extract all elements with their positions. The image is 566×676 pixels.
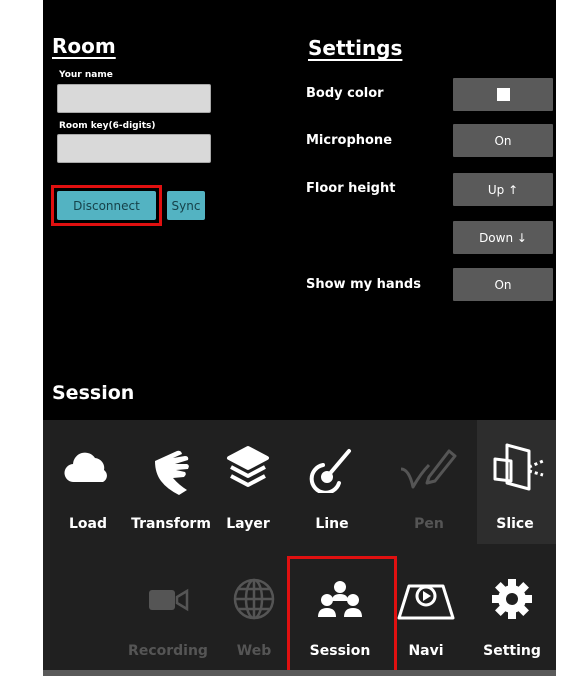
tool-label: Recording: [128, 643, 208, 659]
show-hands-label: Show my hands: [306, 277, 421, 292]
disconnect-button[interactable]: Disconnect: [57, 191, 156, 220]
tool-pen[interactable]: Pen: [384, 420, 474, 544]
settings-title: Settings: [308, 36, 403, 60]
globe-icon: [229, 574, 279, 624]
sync-button[interactable]: Sync: [167, 191, 205, 220]
tool-slice[interactable]: Slice: [470, 420, 560, 544]
tool-label: Setting: [483, 643, 541, 659]
gear-icon: [487, 574, 537, 624]
session-panel: Room Your name Room key(6-digits) Discon…: [43, 0, 556, 676]
tool-web[interactable]: Web: [209, 550, 299, 674]
tool-load[interactable]: Load: [43, 420, 133, 544]
tool-label: Slice: [496, 516, 534, 532]
panel-bottom-bar: [43, 670, 556, 676]
tool-label: Navi: [408, 643, 444, 659]
tool-label: Line: [315, 516, 349, 532]
tool-navi[interactable]: Navi: [381, 550, 471, 674]
room-key-label: Room key(6-digits): [59, 121, 156, 131]
line-icon: [307, 442, 357, 494]
tool-label: Web: [236, 643, 272, 659]
floor-height-label: Floor height: [306, 181, 396, 196]
slice-icon: [484, 438, 548, 498]
body-color-label: Body color: [306, 86, 384, 101]
tool-label: Load: [68, 516, 107, 532]
your-name-field[interactable]: [57, 84, 211, 113]
tool-label: Layer: [226, 516, 270, 532]
video-camera-icon: [145, 580, 191, 620]
pen-icon: [398, 442, 462, 494]
tool-line[interactable]: Line: [287, 420, 377, 544]
show-hands-toggle[interactable]: On: [453, 268, 553, 301]
your-name-label: Your name: [59, 70, 113, 80]
room-title: Room: [52, 34, 116, 58]
floor-down-button[interactable]: Down ↓: [453, 221, 553, 254]
body-color-button[interactable]: [453, 78, 553, 111]
body-color-swatch: [496, 88, 510, 101]
microphone-label: Microphone: [306, 133, 393, 148]
tool-recording[interactable]: Recording: [123, 550, 213, 674]
tool-layer[interactable]: Layer: [203, 420, 293, 544]
floor-up-button[interactable]: Up ↑: [453, 173, 553, 206]
tool-setting[interactable]: Setting: [467, 550, 557, 674]
hand-icon: [146, 442, 196, 498]
microphone-toggle[interactable]: On: [453, 124, 553, 157]
section-title: Session: [52, 382, 135, 404]
room-key-field[interactable]: [57, 134, 211, 163]
cloud-icon: [63, 448, 113, 488]
layers-icon: [223, 442, 273, 494]
tool-label: Pen: [414, 516, 444, 532]
navi-icon: [395, 574, 457, 624]
tool-panel: Load Transform Layer Line Pen Slice Reco…: [43, 420, 556, 676]
